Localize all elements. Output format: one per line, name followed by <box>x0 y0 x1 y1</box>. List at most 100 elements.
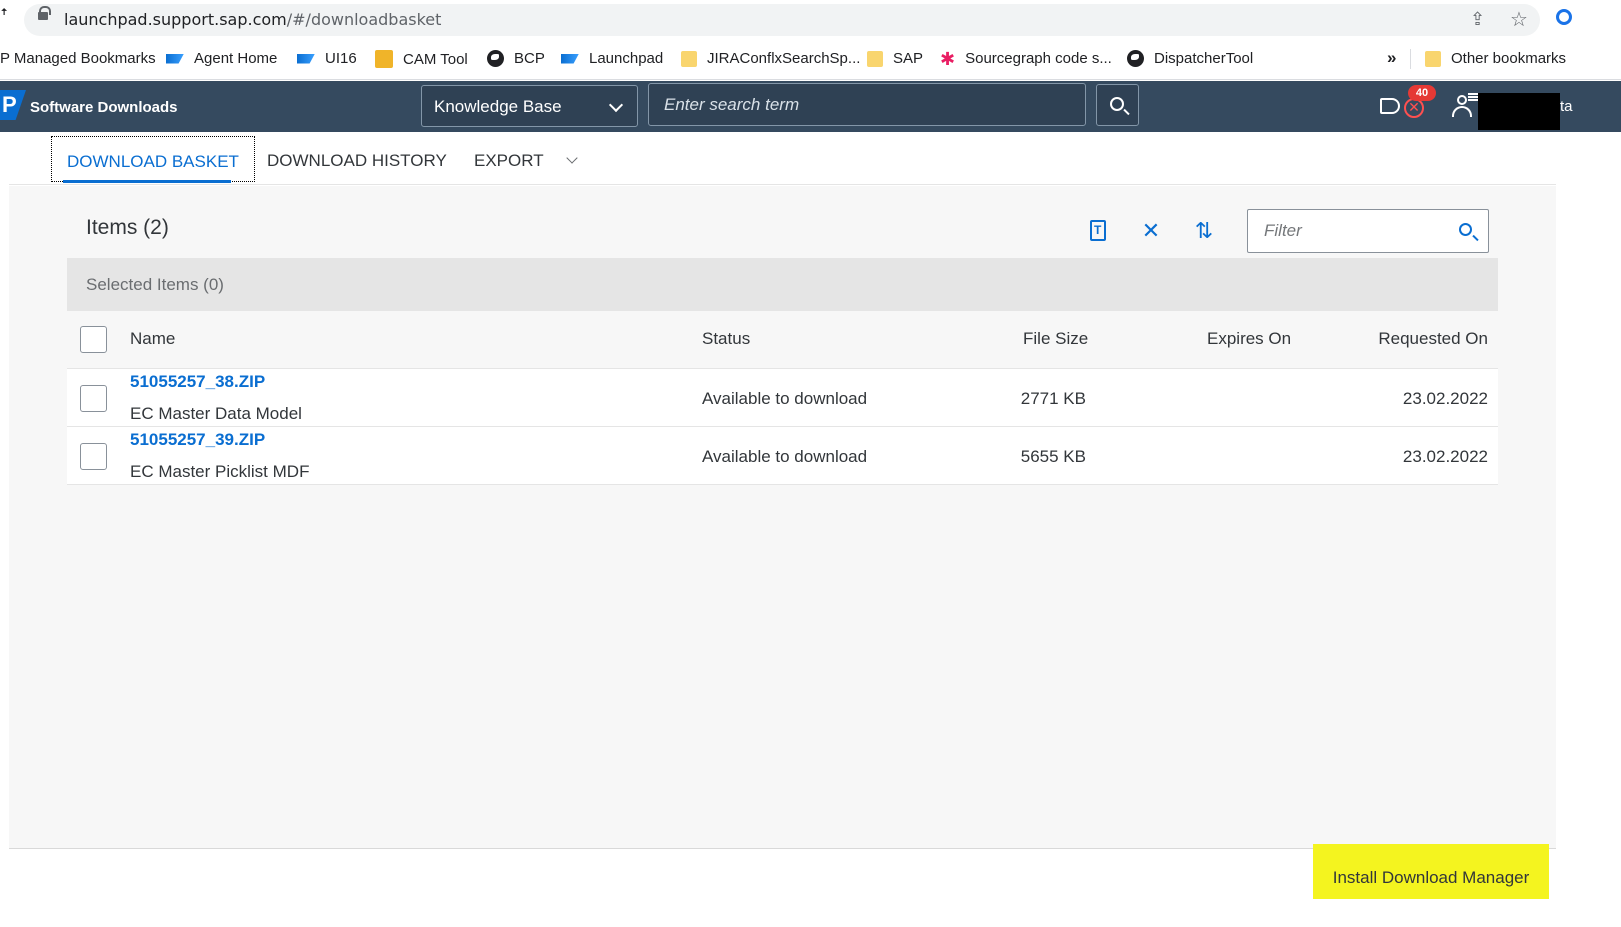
shell-trailing-text: ta <box>1560 98 1573 115</box>
sap-icon <box>166 53 184 64</box>
folder-icon <box>1425 50 1441 67</box>
filter-input[interactable] <box>1248 210 1448 252</box>
bookmark-label: BCP <box>514 50 545 67</box>
bookmark-star-icon[interactable]: ☆ <box>1510 7 1528 32</box>
sap-icon <box>561 53 579 64</box>
row-checkbox[interactable] <box>80 385 107 412</box>
bookmark-label: CAM Tool <box>403 50 468 68</box>
bookmark-label: Other bookmarks <box>1451 50 1567 67</box>
row-checkbox[interactable] <box>80 443 107 470</box>
bookmark-sourcegraph[interactable]: ✱ Sourcegraph code s... <box>940 48 1112 69</box>
bookmark-managed[interactable]: P Managed Bookmarks <box>0 50 156 67</box>
shell-header: P Software Downloads Knowledge Base ✕ 40… <box>0 81 1621 132</box>
sap-icon <box>297 53 315 64</box>
document-icon[interactable] <box>1090 220 1106 241</box>
selected-items-label: Selected Items (0) <box>86 275 224 294</box>
download-table: Name Status File Size Expires On Request… <box>67 311 1498 485</box>
bookmark-label: Sourcegraph code s... <box>965 50 1112 67</box>
active-tab-indicator <box>63 180 231 183</box>
search-button[interactable] <box>1096 84 1139 126</box>
requested-cell: 23.02.2022 <box>1402 447 1488 466</box>
bookmark-label: UI16 <box>325 50 357 67</box>
bookmarks-overflow-button[interactable]: » <box>1387 48 1396 68</box>
bookmark-cam-tool[interactable]: CAM Tool <box>375 50 468 68</box>
bookmark-jira[interactable]: JIRAConflxSearchSp... <box>681 50 860 67</box>
tab-export[interactable]: EXPORT <box>459 136 591 182</box>
search-scope-select[interactable]: Knowledge Base <box>421 85 638 127</box>
column-expires-on[interactable]: Expires On <box>1207 329 1291 349</box>
tab-download-history[interactable]: DOWNLOAD HISTORY <box>252 136 462 182</box>
filter-field[interactable] <box>1247 209 1489 253</box>
sourcegraph-icon: ✱ <box>940 48 956 69</box>
footer-bar: Install Download Manager <box>9 844 1556 899</box>
folder-icon <box>867 50 883 67</box>
user-head-shape <box>1457 95 1467 105</box>
install-button-label: Install Download Manager <box>1332 868 1530 887</box>
column-requested-on[interactable]: Requested On <box>1378 329 1488 349</box>
file-description: EC Master Data Model <box>130 404 302 423</box>
cam-icon <box>375 50 393 68</box>
bookmark-other[interactable]: Other bookmarks <box>1425 50 1566 67</box>
search-scope-value: Knowledge Base <box>434 97 562 116</box>
tab-download-basket[interactable]: DOWNLOAD BASKET <box>51 136 255 182</box>
bookmarks-divider <box>1410 49 1411 69</box>
file-description: EC Master Picklist MDF <box>130 462 310 481</box>
column-file-size[interactable]: File Size <box>1023 329 1088 349</box>
search-icon[interactable] <box>1459 223 1472 236</box>
extension-icon[interactable] <box>1556 9 1572 25</box>
url-host: launchpad.support.sap.com <box>64 10 287 29</box>
table-row[interactable]: 51055257_38.ZIP EC Master Data Model Ava… <box>67 369 1498 427</box>
bookmark-label: JIRAConflxSearchSp... <box>707 50 861 67</box>
bookmark-sap[interactable]: SAP <box>867 50 923 67</box>
bookmarks-bar: P Managed Bookmarks Agent Home UI16 CAM … <box>0 40 1621 80</box>
file-link[interactable]: 51055257_38.ZIP <box>130 372 265 392</box>
user-body-shape <box>1452 106 1472 117</box>
redacted-username <box>1478 93 1560 130</box>
megaphone-icon[interactable] <box>1380 98 1400 114</box>
bookmark-label: DispatcherTool <box>1154 50 1254 67</box>
bookmark-bcp[interactable]: BCP <box>487 50 545 67</box>
lock-icon[interactable] <box>38 6 51 20</box>
globe-icon <box>487 50 504 67</box>
requested-cell: 23.02.2022 <box>1402 389 1488 408</box>
selected-items-bar: Selected Items (0) <box>67 258 1498 311</box>
column-name[interactable]: Name <box>130 329 175 349</box>
bookmark-dispatcher[interactable]: DispatcherTool <box>1127 50 1253 67</box>
sort-icon[interactable]: ⇅ <box>1192 219 1216 243</box>
bookmark-label: Launchpad <box>589 50 664 67</box>
sap-logo[interactable]: P <box>0 90 26 120</box>
browser-address-bar: ꜛ launchpad.support.sap.com/#/downloadba… <box>0 0 1621 40</box>
items-title: Items (2) <box>86 216 169 239</box>
bookmark-label: SAP <box>893 50 924 67</box>
menu-icon[interactable] <box>1468 93 1478 101</box>
file-link[interactable]: 51055257_39.ZIP <box>130 430 265 450</box>
bookmark-ui16[interactable]: UI16 <box>297 50 357 67</box>
column-status[interactable]: Status <box>702 329 750 349</box>
bookmark-launchpad[interactable]: Launchpad <box>561 50 663 67</box>
table-header: Name Status File Size Expires On Request… <box>67 311 1498 369</box>
bookmark-agent-home[interactable]: Agent Home <box>166 50 277 67</box>
tab-label: EXPORT <box>474 151 544 170</box>
url-path: /#/downloadbasket <box>286 10 442 29</box>
file-size-cell: 2771 KB <box>1020 389 1086 408</box>
app-title: Software Downloads <box>30 99 178 116</box>
download-basket-panel: Items (2) ✕ ⇅ Selected Items (0) Name St… <box>9 186 1556 848</box>
search-input[interactable] <box>648 83 1086 126</box>
delete-icon[interactable]: ✕ <box>1139 219 1163 243</box>
share-icon[interactable]: ⇪ <box>1470 9 1485 30</box>
chevron-down-icon <box>608 97 624 113</box>
tab-label: DOWNLOAD HISTORY <box>267 151 447 170</box>
bookmark-label: P Managed Bookmarks <box>0 50 156 67</box>
notification-badge: 40 <box>1408 85 1436 101</box>
select-all-checkbox[interactable] <box>80 326 107 353</box>
table-row[interactable]: 51055257_39.ZIP EC Master Picklist MDF A… <box>67 427 1498 485</box>
url-text[interactable]: launchpad.support.sap.com/#/downloadbask… <box>64 10 441 29</box>
search-icon <box>1110 97 1124 111</box>
bookmark-label: Agent Home <box>194 50 278 67</box>
back-glyph[interactable]: ꜛ <box>0 10 8 28</box>
install-download-manager-button[interactable]: Install Download Manager <box>1313 844 1549 899</box>
tab-label: DOWNLOAD BASKET <box>67 152 239 171</box>
folder-icon <box>681 50 697 67</box>
notification-error-icon[interactable]: ✕ <box>1404 98 1424 118</box>
chevron-down-icon <box>565 152 578 164</box>
